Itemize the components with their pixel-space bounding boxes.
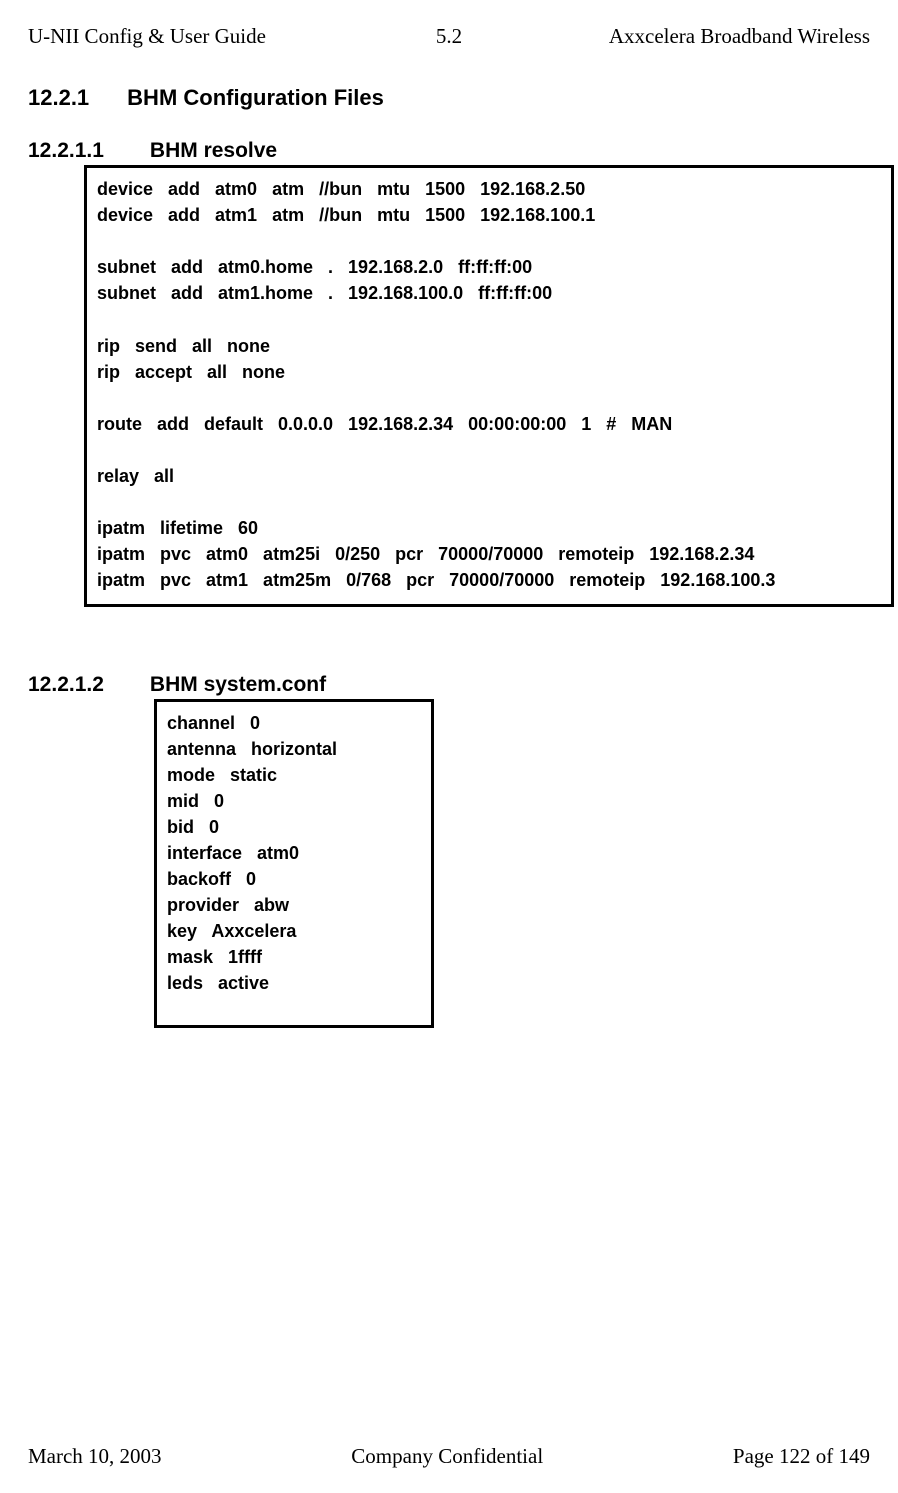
section-number: 12.2.1 xyxy=(28,85,89,111)
section-heading: 12.2.1 BHM Configuration Files xyxy=(28,85,870,111)
systemconf-heading: 12.2.1.2 BHM system.conf xyxy=(28,673,870,697)
header-left: U-NII Config & User Guide xyxy=(28,24,266,49)
resolve-heading: 12.2.1.1 BHM resolve xyxy=(28,139,870,163)
header-center: 5.2 xyxy=(436,24,462,49)
resolve-heading-number: 12.2.1.1 xyxy=(28,139,104,163)
systemconf-config-box: channel 0 antenna horizontal mode static… xyxy=(154,699,434,1028)
header-right: Axxcelera Broadband Wireless xyxy=(609,24,870,49)
footer-page-number: Page 122 of 149 xyxy=(733,1444,870,1469)
section-title: BHM Configuration Files xyxy=(127,85,384,110)
page-header: U-NII Config & User Guide 5.2 Axxcelera … xyxy=(28,24,870,49)
resolve-heading-title: BHM resolve xyxy=(150,139,277,162)
page-footer: March 10, 2003 Company Confidential Page… xyxy=(28,1444,870,1469)
systemconf-heading-number: 12.2.1.2 xyxy=(28,673,104,697)
systemconf-heading-title: BHM system.conf xyxy=(150,673,326,696)
resolve-config-box: device add atm0 atm //bun mtu 1500 192.1… xyxy=(84,165,894,607)
footer-date: March 10, 2003 xyxy=(28,1444,162,1469)
footer-confidential: Company Confidential xyxy=(351,1444,543,1469)
